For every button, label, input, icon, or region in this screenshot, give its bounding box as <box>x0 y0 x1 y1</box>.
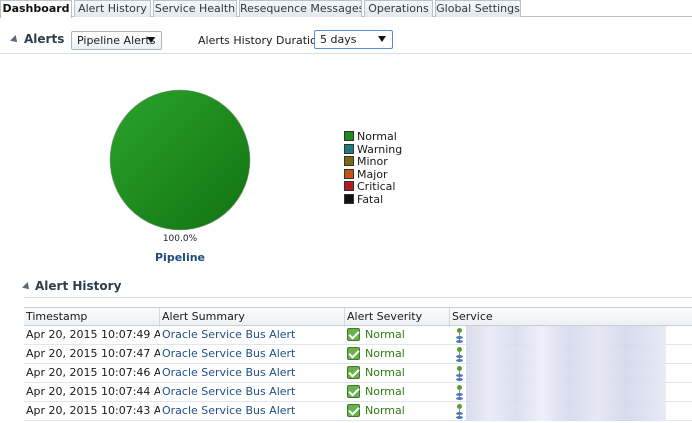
severity-text: Normal <box>365 366 405 379</box>
legend-swatch <box>344 156 354 167</box>
legend-label: Major <box>357 167 388 181</box>
service-cell[interactable] <box>450 364 692 383</box>
alert-summary-link[interactable]: Oracle Service Bus Alert <box>160 345 345 364</box>
divider <box>0 53 692 54</box>
table-header-row: Timestamp Alert Summary Alert Severity S… <box>24 307 692 327</box>
redacted-service-name <box>466 402 666 421</box>
collapse-triangle-icon[interactable] <box>22 282 32 292</box>
tab-resequence-messages[interactable]: Resequence Messages <box>239 0 362 17</box>
duration-label: Alerts History Duration <box>198 34 324 47</box>
check-icon <box>347 404 360 417</box>
severity-cell: Normal <box>345 364 450 383</box>
legend-swatch <box>344 193 354 204</box>
timestamp-cell: Apr 20, 2015 10:07:44 AM <box>26 385 160 398</box>
severity-text: Normal <box>365 328 405 341</box>
check-icon <box>347 366 360 379</box>
tab-bar: Dashboard Alert History Service Health R… <box>0 0 692 18</box>
alert-summary-link[interactable]: Oracle Service Bus Alert <box>160 364 345 383</box>
alerts-pie-chart <box>109 89 251 231</box>
table-row: Apr 20, 2015 10:07:49 AM Oracle Service … <box>24 326 692 345</box>
legend-label: Minor <box>357 155 388 169</box>
table-row: Apr 20, 2015 10:07:44 AM Oracle Service … <box>24 383 692 402</box>
chevron-down-icon <box>378 36 386 42</box>
severity-cell: Normal <box>345 345 450 364</box>
legend-swatch <box>344 168 354 179</box>
alert-type-select[interactable]: Pipeline Alerts <box>71 31 162 50</box>
tab-operations[interactable]: Operations <box>364 0 433 17</box>
tab-service-health[interactable]: Service Health <box>153 0 237 17</box>
severity-cell: Normal <box>345 402 450 421</box>
service-icon <box>456 347 464 363</box>
divider <box>24 297 692 298</box>
legend-label: Critical <box>357 180 396 194</box>
timestamp-cell: Apr 20, 2015 10:07:46 AM <box>26 366 160 379</box>
legend-label: Warning <box>357 142 403 156</box>
redacted-service-name <box>466 326 666 345</box>
service-icon <box>456 328 464 344</box>
timestamp-cell: Apr 20, 2015 10:07:47 AM <box>26 347 160 360</box>
column-header-summary[interactable]: Alert Summary <box>160 308 345 327</box>
alerts-title: Alerts <box>24 32 65 46</box>
alert-summary-link[interactable]: Oracle Service Bus Alert <box>160 326 345 345</box>
legend-swatch <box>344 131 354 141</box>
check-icon <box>347 328 360 341</box>
tab-alert-history[interactable]: Alert History <box>74 0 151 17</box>
service-cell[interactable] <box>450 383 692 402</box>
duration-select[interactable]: 5 days <box>314 30 393 49</box>
timestamp-cell: Apr 20, 2015 10:07:49 AM <box>26 328 160 341</box>
severity-cell: Normal <box>345 383 450 402</box>
table-row: Apr 20, 2015 10:07:47 AM Oracle Service … <box>24 345 692 364</box>
service-icon <box>456 385 464 401</box>
alert-type-value: Pipeline Alerts <box>77 34 156 47</box>
pie-slice-normal[interactable] <box>109 89 251 231</box>
collapse-triangle-icon[interactable] <box>10 35 20 45</box>
service-cell[interactable] <box>450 402 692 421</box>
alert-summary-link[interactable]: Oracle Service Bus Alert <box>160 402 345 421</box>
tab-dashboard[interactable]: Dashboard <box>0 0 72 18</box>
pie-chart-title[interactable]: Pipeline <box>140 251 220 264</box>
tab-global-settings[interactable]: Global Settings <box>435 0 521 17</box>
table-row: Apr 20, 2015 10:07:46 AM Oracle Service … <box>24 364 692 383</box>
service-cell[interactable] <box>450 345 692 364</box>
table-row: Apr 20, 2015 10:07:43 AM Oracle Service … <box>24 402 692 421</box>
legend-swatch <box>344 143 354 154</box>
legend-item-fatal: Fatal <box>344 192 402 207</box>
severity-text: Normal <box>365 404 405 417</box>
alert-summary-link[interactable]: Oracle Service Bus Alert <box>160 383 345 402</box>
timestamp-cell: Apr 20, 2015 10:07:43 AM <box>26 404 160 417</box>
column-header-severity[interactable]: Alert Severity <box>345 308 450 327</box>
check-icon <box>347 385 360 398</box>
redacted-service-name <box>466 345 666 364</box>
duration-value: 5 days <box>320 33 357 46</box>
column-header-service[interactable]: Service <box>450 308 692 327</box>
severity-cell: Normal <box>345 326 450 345</box>
redacted-service-name <box>466 364 666 383</box>
redacted-service-name <box>466 383 666 402</box>
column-header-timestamp[interactable]: Timestamp <box>24 308 160 327</box>
check-icon <box>347 347 360 360</box>
pie-slice-label: 100.0% <box>162 234 198 244</box>
legend-swatch <box>344 181 354 192</box>
chart-legend: Normal Warning Minor Major Critical Fata… <box>344 131 402 207</box>
legend-label: Fatal <box>357 192 384 206</box>
chevron-down-icon <box>147 37 155 43</box>
severity-text: Normal <box>365 347 405 360</box>
severity-text: Normal <box>365 385 405 398</box>
legend-label: Normal <box>357 130 397 143</box>
alert-history-title: Alert History <box>35 279 122 293</box>
service-cell[interactable] <box>450 326 692 345</box>
service-icon <box>456 404 464 420</box>
service-icon <box>456 366 464 382</box>
